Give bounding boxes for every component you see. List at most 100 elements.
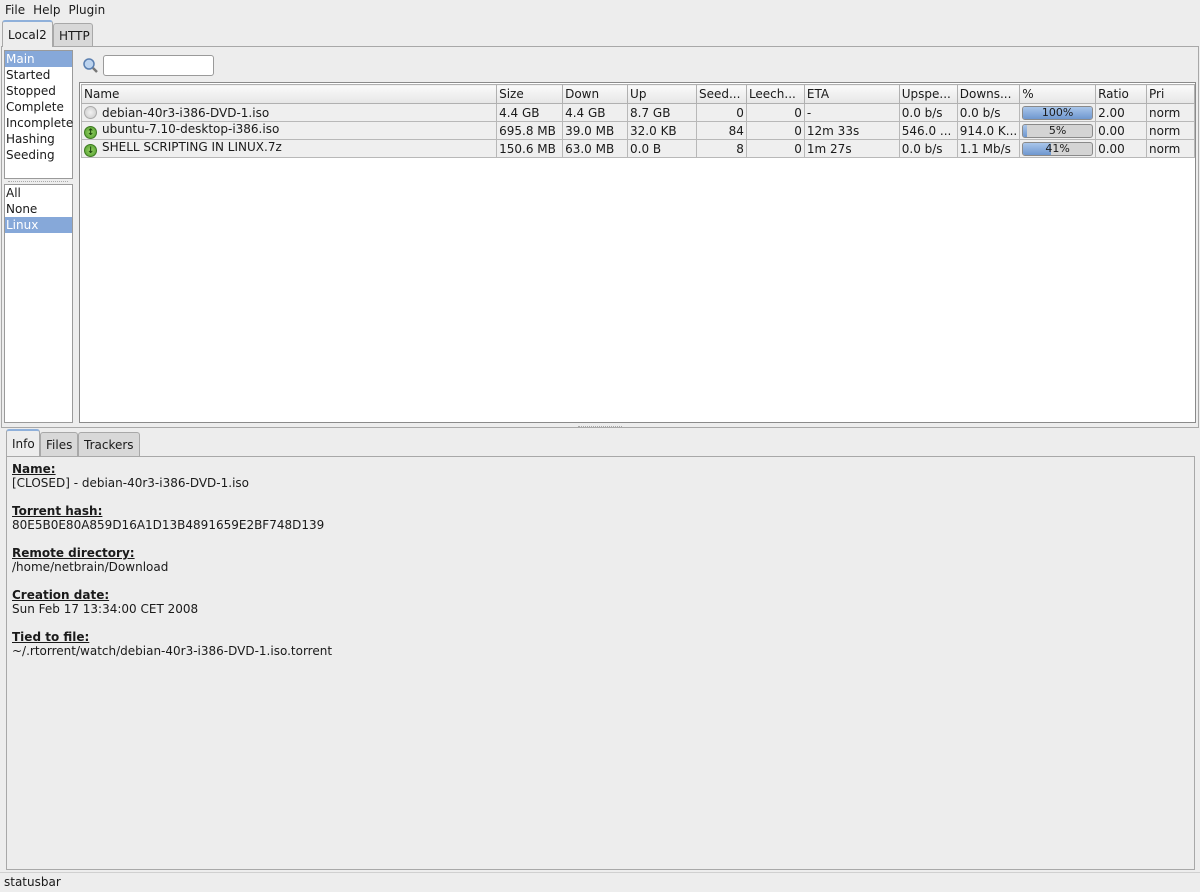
progress-bar: 41% xyxy=(1022,142,1093,156)
torrent-name: SHELL SCRIPTING IN LINUX.7z xyxy=(102,140,282,154)
menu-file[interactable]: File xyxy=(0,3,28,17)
search-input[interactable] xyxy=(103,55,214,76)
info-value: Sun Feb 17 13:34:00 CET 2008 xyxy=(12,602,1189,616)
view-incomplete[interactable]: Incomplete xyxy=(5,115,72,131)
search-icon xyxy=(82,57,99,74)
view-main[interactable]: Main xyxy=(5,51,72,67)
progress-label: 41% xyxy=(1023,143,1092,155)
up-down-arrow-icon: ↕ xyxy=(84,126,97,139)
view-complete[interactable]: Complete xyxy=(5,99,72,115)
down-arrow-icon: ↓ xyxy=(84,144,97,157)
cell-eta: 12m 33s xyxy=(804,122,899,140)
torrent-name: ubuntu-7.10-desktop-i386.iso xyxy=(102,122,279,136)
info-label: Tied to file: xyxy=(12,630,1189,644)
cell-leechs: 0 xyxy=(746,122,804,140)
cell-upspeed: 0.0 b/s xyxy=(899,104,957,122)
cell-percent: 41% xyxy=(1020,140,1096,158)
menu-plugin[interactable]: Plugin xyxy=(63,3,108,17)
info-label: Name: xyxy=(12,462,1189,476)
cell-down: 39.0 MB xyxy=(563,122,628,140)
cell-priority: norm xyxy=(1147,104,1195,122)
progress-label: 100% xyxy=(1023,107,1092,119)
cell-name: ↓ SHELL SCRIPTING IN LINUX.7z xyxy=(82,140,497,158)
progress-bar: 100% xyxy=(1022,106,1093,120)
cell-upspeed: 0.0 b/s xyxy=(899,140,957,158)
progress-label: 5% xyxy=(1023,125,1092,137)
cell-seeds: 0 xyxy=(696,104,746,122)
col-down[interactable]: Down xyxy=(563,85,628,104)
view-stopped[interactable]: Stopped xyxy=(5,83,72,99)
cell-size: 695.8 MB xyxy=(497,122,563,140)
info-label: Remote directory: xyxy=(12,546,1189,560)
cell-seeds: 8 xyxy=(696,140,746,158)
cell-downspeed: 1.1 Mb/s xyxy=(957,140,1019,158)
tab-files[interactable]: Files xyxy=(40,432,78,456)
view-list: Main Started Stopped Complete Incomplete… xyxy=(4,50,73,179)
info-value: 80E5B0E80A859D16A1D13B4891659E2BF748D139 xyxy=(12,518,1189,532)
cell-size: 150.6 MB xyxy=(497,140,563,158)
cell-eta: 1m 27s xyxy=(804,140,899,158)
cell-down: 4.4 GB xyxy=(563,104,628,122)
cell-ratio: 2.00 xyxy=(1096,104,1147,122)
cell-ratio: 0.00 xyxy=(1096,122,1147,140)
table-row[interactable]: debian-40r3-i386-DVD-1.iso4.4 GB4.4 GB8.… xyxy=(82,104,1195,122)
view-started[interactable]: Started xyxy=(5,67,72,83)
torrent-table: Name Size Down Up Seed... Leech... ETA U… xyxy=(79,82,1196,423)
statusbar: statusbar xyxy=(0,872,1200,892)
label-linux[interactable]: Linux xyxy=(5,217,72,233)
col-seeds[interactable]: Seed... xyxy=(696,85,746,104)
label-list: All None Linux xyxy=(4,184,73,423)
stopped-icon xyxy=(84,106,97,119)
table-row[interactable]: ↓ SHELL SCRIPTING IN LINUX.7z 150.6 MB63.0… xyxy=(82,140,1195,158)
cell-priority: norm xyxy=(1147,140,1195,158)
tab-trackers[interactable]: Trackers xyxy=(78,432,140,456)
progress-bar: 5% xyxy=(1022,124,1093,138)
col-upspeed[interactable]: Upspe... xyxy=(899,85,957,104)
cell-leechs: 0 xyxy=(746,140,804,158)
tab-info[interactable]: Info xyxy=(6,429,40,456)
col-leechs[interactable]: Leech... xyxy=(746,85,804,104)
cell-percent: 5% xyxy=(1020,122,1096,140)
cell-percent: 100% xyxy=(1020,104,1096,122)
table-row[interactable]: ↕ ubuntu-7.10-desktop-i386.iso 695.8 MB39.… xyxy=(82,122,1195,140)
col-up[interactable]: Up xyxy=(628,85,697,104)
cell-up: 0.0 B xyxy=(628,140,697,158)
splitter-handle[interactable] xyxy=(578,426,622,427)
col-priority[interactable]: Pri xyxy=(1147,85,1195,104)
cell-name: debian-40r3-i386-DVD-1.iso xyxy=(82,104,497,122)
cell-ratio: 0.00 xyxy=(1096,140,1147,158)
table-header: Name Size Down Up Seed... Leech... ETA U… xyxy=(82,85,1195,104)
col-downspeed[interactable]: Downs... xyxy=(957,85,1019,104)
torrent-name: debian-40r3-i386-DVD-1.iso xyxy=(102,106,269,120)
cell-downspeed: 914.0 K... xyxy=(957,122,1019,140)
col-eta[interactable]: ETA xyxy=(804,85,899,104)
tab-http[interactable]: HTTP xyxy=(53,23,93,46)
cell-name: ↕ ubuntu-7.10-desktop-i386.iso xyxy=(82,122,497,140)
cell-eta: - xyxy=(804,104,899,122)
splitter-handle[interactable] xyxy=(8,181,68,182)
label-all[interactable]: All xyxy=(5,185,72,201)
cell-downspeed: 0.0 b/s xyxy=(957,104,1019,122)
cell-size: 4.4 GB xyxy=(497,104,563,122)
info-value: /home/netbrain/Download xyxy=(12,560,1189,574)
col-percent[interactable]: % xyxy=(1020,85,1096,104)
cell-priority: norm xyxy=(1147,122,1195,140)
col-name[interactable]: Name xyxy=(82,85,497,104)
col-size[interactable]: Size xyxy=(497,85,563,104)
cell-seeds: 84 xyxy=(696,122,746,140)
view-seeding[interactable]: Seeding xyxy=(5,147,72,163)
menu-help[interactable]: Help xyxy=(28,3,63,17)
menubar: File Help Plugin xyxy=(0,0,1200,20)
info-label: Torrent hash: xyxy=(12,504,1189,518)
info-value: [CLOSED] - debian-40r3-i386-DVD-1.iso xyxy=(12,476,1189,490)
cell-up: 8.7 GB xyxy=(628,104,697,122)
cell-upspeed: 546.0 ... xyxy=(899,122,957,140)
cell-down: 63.0 MB xyxy=(563,140,628,158)
cell-leechs: 0 xyxy=(746,104,804,122)
col-ratio[interactable]: Ratio xyxy=(1096,85,1147,104)
info-value: ~/.rtorrent/watch/debian-40r3-i386-DVD-1… xyxy=(12,644,1189,658)
view-hashing[interactable]: Hashing xyxy=(5,131,72,147)
tab-local2[interactable]: Local2 xyxy=(2,20,53,47)
info-panel: Name:[CLOSED] - debian-40r3-i386-DVD-1.i… xyxy=(6,456,1195,870)
label-none[interactable]: None xyxy=(5,201,72,217)
